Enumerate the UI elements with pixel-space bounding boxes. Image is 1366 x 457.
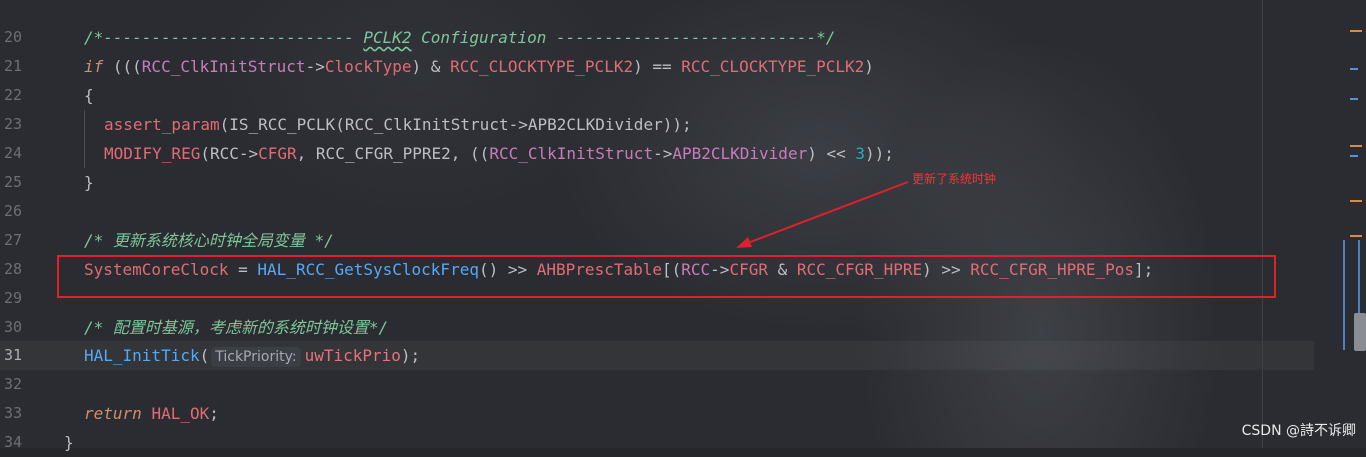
line-number: 25	[3, 173, 22, 191]
function-call: HAL_InitTick	[84, 346, 200, 365]
line-number: 28	[3, 260, 22, 278]
info-marker[interactable]	[1350, 155, 1358, 157]
parameter-name-hint: TickPriority:	[211, 347, 301, 367]
brace-close: }	[64, 433, 74, 452]
line-number: 34	[3, 433, 22, 451]
number-literal: 3	[855, 144, 866, 163]
line-number: 29	[3, 289, 22, 307]
field: APB2CLKDivider	[672, 144, 808, 163]
punctuation: ) ==	[633, 57, 682, 76]
indent-guide	[84, 110, 85, 168]
punctuation: ;	[209, 404, 219, 423]
punctuation: ) &	[411, 57, 451, 76]
warning-marker[interactable]	[1350, 30, 1362, 32]
info-marker[interactable]	[1350, 68, 1358, 70]
punctuation: (	[199, 346, 210, 365]
macro-call: MODIFY_REG	[104, 144, 201, 163]
code-line-20[interactable]: /*-------------------------- PCLK2 Confi…	[84, 23, 835, 52]
punctuation: (IS_RCC_PCLK(RCC_ClkInitStruct->APB2CLKD…	[219, 115, 692, 134]
code-line-25[interactable]: }	[84, 168, 94, 197]
punctuation	[142, 404, 152, 423]
field: ClockType	[324, 57, 412, 76]
scrollbar-thumb[interactable]	[1354, 313, 1366, 351]
line-number-gutter[interactable]: 20 21 22 23 24 25 26 27 28 29 30 31 32 3…	[0, 0, 42, 451]
code-line-33[interactable]: return HAL_OK;	[84, 399, 219, 428]
punctuation: );	[400, 346, 421, 365]
punctuation: ));	[865, 144, 894, 163]
line-number: 23	[3, 115, 22, 133]
comment: /*--------------------------	[84, 28, 364, 47]
macro-constant: HAL_OK	[151, 404, 210, 423]
code-line-24[interactable]: MODIFY_REG(RCC->CFGR, RCC_CFGR_PPRE2, ((…	[104, 139, 894, 168]
line-number: 22	[3, 86, 22, 104]
highlight-box	[57, 255, 1276, 298]
code-line-27[interactable]: /* 更新系统核心时钟全局变量 */	[84, 226, 334, 255]
code-line-30[interactable]: /* 配置时基源，考虑新的系统时钟设置*/	[84, 313, 388, 342]
warning-marker[interactable]	[1350, 200, 1362, 202]
line-number: 27	[3, 231, 22, 249]
macro-call: assert_param	[104, 115, 220, 134]
line-number: 31	[3, 346, 22, 364]
warning-marker[interactable]	[1350, 235, 1362, 237]
warning-marker[interactable]	[1350, 145, 1362, 147]
line-number: 32	[3, 375, 22, 393]
code-line-21[interactable]: if (((RCC_ClkInitStruct->ClockType) & RC…	[84, 52, 874, 81]
identifier: RCC_ClkInitStruct	[489, 144, 654, 163]
comment-typo-word: PCLK2	[363, 28, 412, 47]
watermark: CSDN @詩不诉卿	[1241, 423, 1356, 439]
right-margin-guide	[1262, 0, 1263, 448]
identifier: RCC_ClkInitStruct	[141, 57, 306, 76]
code-line-31[interactable]: HAL_InitTick(TickPriority: uwTickPrio);	[84, 341, 420, 370]
line-number: 26	[3, 202, 22, 220]
comment: Configuration --------------------------…	[411, 28, 836, 47]
keyword-return: return	[84, 404, 142, 423]
line-number: 20	[3, 28, 22, 46]
info-marker[interactable]	[1350, 98, 1358, 100]
punctuation: (RCC->	[200, 144, 259, 163]
annotation-label: 更新了系统时钟	[912, 172, 997, 186]
error-stripe-scrollbar[interactable]	[1314, 0, 1366, 448]
code-line-22[interactable]: {	[84, 81, 94, 110]
brace-open: {	[84, 86, 94, 105]
operator: ->	[653, 144, 673, 163]
operator: ->	[305, 57, 325, 76]
field: CFGR	[258, 144, 297, 163]
macro-constant: RCC_CLOCKTYPE_PCLK2	[450, 57, 634, 76]
punctuation: , RCC_CFGR_PPRE2, ((	[296, 144, 490, 163]
keyword-if: if	[84, 57, 104, 76]
line-number: 24	[3, 144, 22, 162]
line-number: 21	[3, 57, 22, 75]
argument: uwTickPrio	[304, 346, 401, 365]
line-number: 30	[3, 318, 22, 336]
code-line-23[interactable]: assert_param(IS_RCC_PCLK(RCC_ClkInitStru…	[104, 110, 692, 139]
punctuation: )	[864, 57, 874, 76]
comment: /* 更新系统核心时钟全局变量 */	[84, 231, 334, 250]
macro-constant: RCC_CLOCKTYPE_PCLK2	[681, 57, 865, 76]
punctuation: (((	[103, 57, 142, 76]
punctuation: ) <<	[807, 144, 856, 163]
comment: /* 配置时基源，考虑新的系统时钟设置*/	[84, 318, 389, 337]
code-line-34[interactable]: }	[64, 428, 74, 457]
line-number: 33	[3, 404, 22, 422]
vcs-change-marker	[1343, 240, 1345, 350]
brace-close: }	[84, 173, 94, 192]
